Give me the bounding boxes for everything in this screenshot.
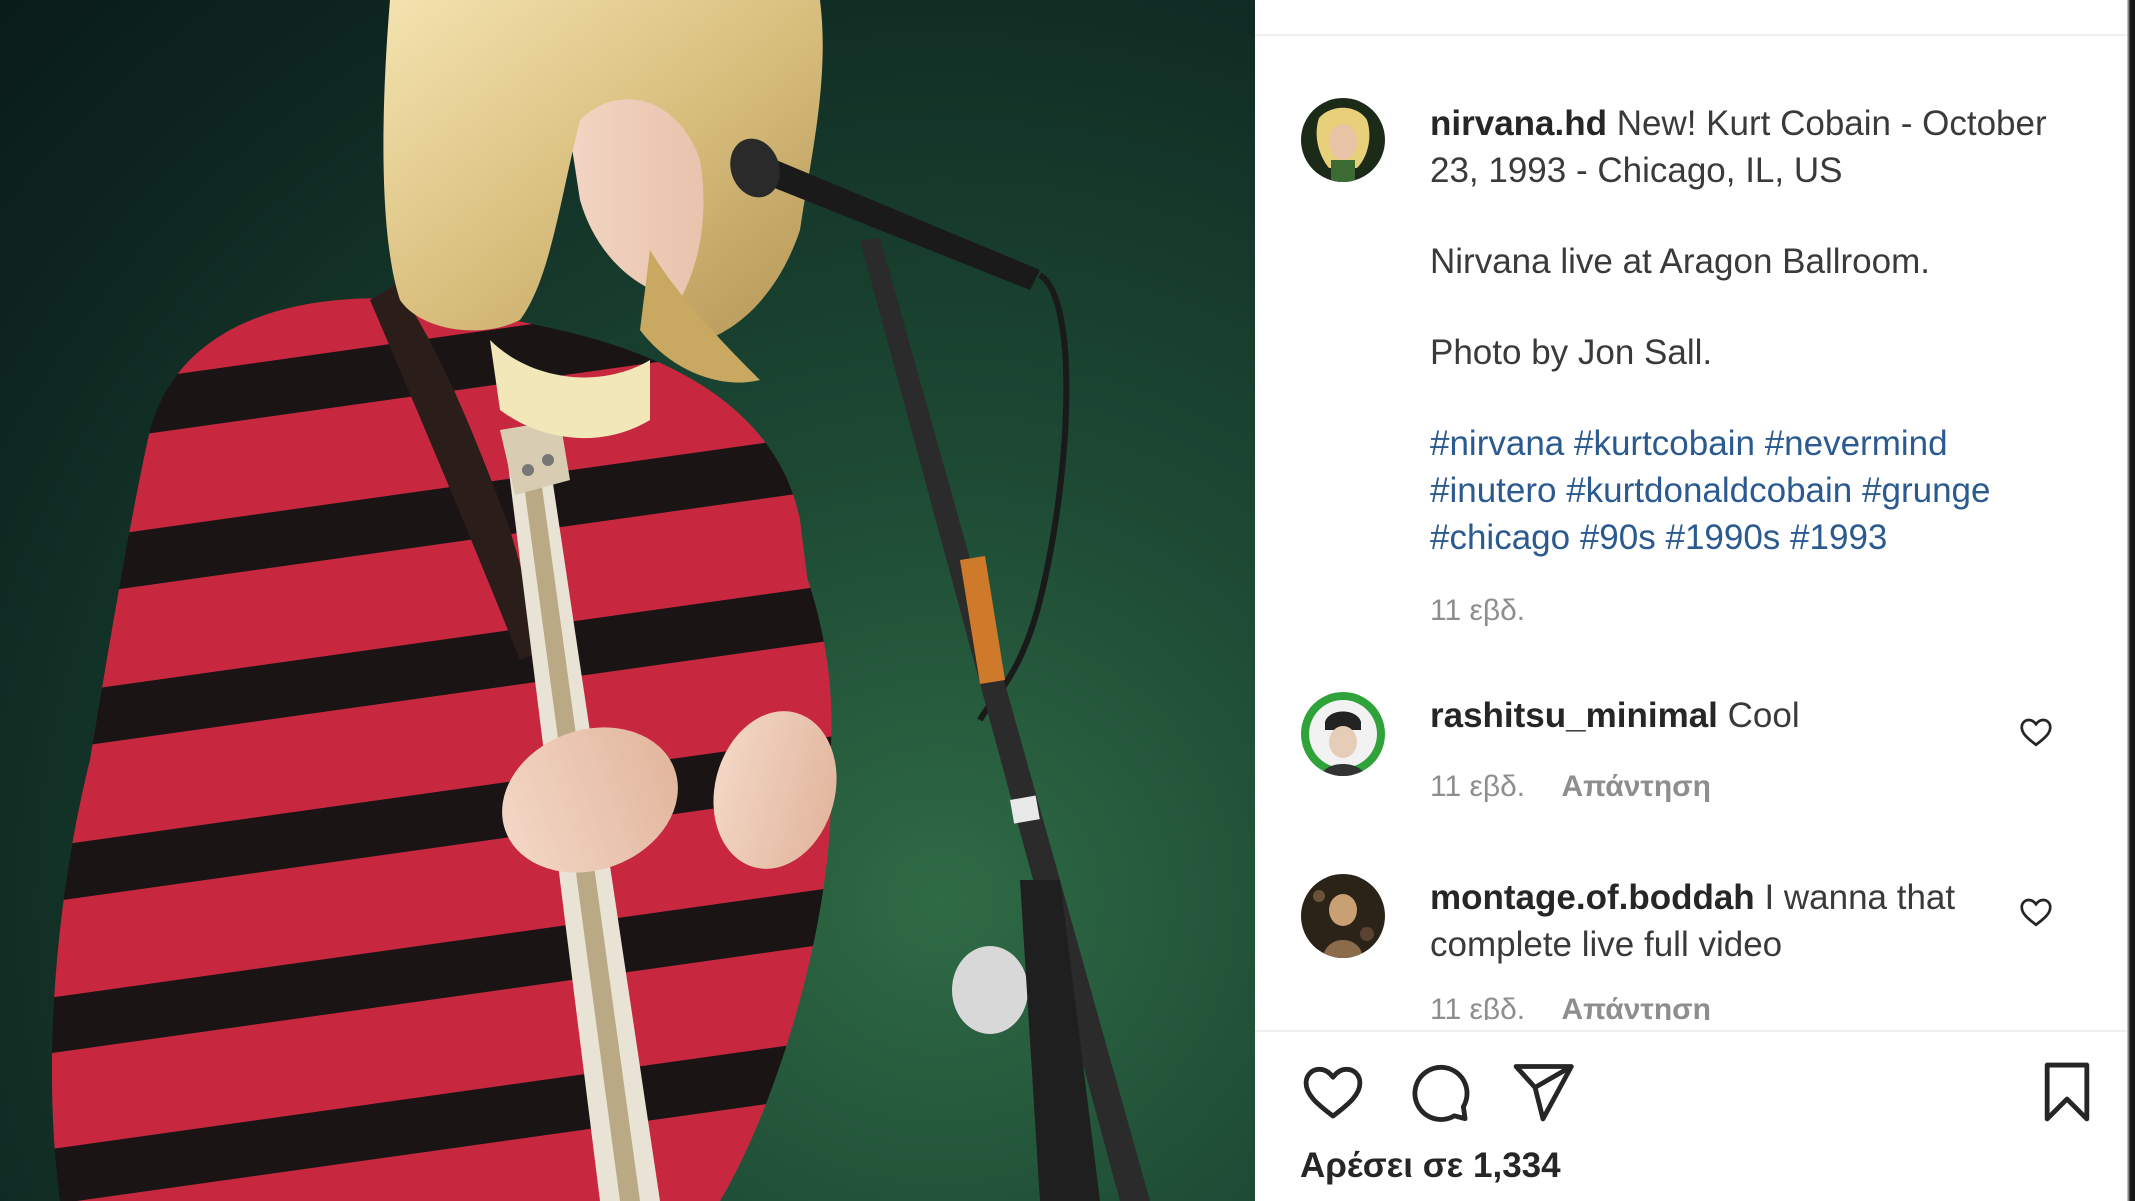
post-caption: nirvana.hd New! Kurt Cobain - October 23… bbox=[1430, 100, 2070, 631]
commenter-username[interactable]: rashitsu_minimal bbox=[1430, 696, 1718, 735]
paper-plane-icon[interactable] bbox=[1509, 1058, 1577, 1126]
comment-text: Cool bbox=[1727, 696, 1800, 735]
comments-scroll-mask bbox=[1255, 1020, 2127, 1046]
likes-count[interactable]: Αρέσει σε 1,334 bbox=[1300, 1146, 1561, 1186]
hashtag-link[interactable]: #1993 bbox=[1790, 518, 1887, 557]
bookmark-outline-icon[interactable] bbox=[2033, 1058, 2101, 1126]
actions-divider bbox=[1255, 1030, 2127, 1032]
hashtag-link[interactable]: #nevermind bbox=[1765, 424, 1948, 463]
comment-item: montage.of.boddah I wanna that complete … bbox=[1430, 874, 2000, 1030]
caption-credit: Photo by Jon Sall. bbox=[1430, 333, 1713, 372]
hashtag-link[interactable]: #kurtdonaldcobain bbox=[1566, 471, 1852, 510]
commenter-avatar[interactable] bbox=[1301, 692, 1385, 776]
concert-photo-illustration bbox=[51, 0, 1150, 1201]
comment-meta: 11 εβδ. Απάντηση bbox=[1430, 767, 2000, 807]
hashtag-link[interactable]: #grunge bbox=[1862, 471, 1990, 510]
hashtag-link[interactable]: #1990s bbox=[1665, 518, 1780, 557]
heart-outline-icon[interactable] bbox=[1299, 1058, 1367, 1126]
hashtag-link[interactable]: #nirvana bbox=[1430, 424, 1564, 463]
hashtag-link[interactable]: #kurtcobain bbox=[1574, 424, 1755, 463]
commenter-avatar-image bbox=[1301, 874, 1385, 958]
comment-like-heart-icon[interactable] bbox=[2018, 894, 2054, 930]
commenter-avatar[interactable] bbox=[1301, 874, 1385, 958]
commenter-avatar-image bbox=[1301, 692, 1385, 776]
hashtag-list: #nirvana #kurtcobain #nevermind #inutero… bbox=[1430, 420, 2070, 561]
instagram-post-viewer: nirvana.hd New! Kurt Cobain - October 23… bbox=[0, 0, 2135, 1201]
author-avatar-image bbox=[1301, 98, 1385, 182]
reply-button[interactable]: Απάντηση bbox=[1562, 770, 1712, 803]
hashtag-link[interactable]: #chicago bbox=[1430, 518, 1570, 557]
author-username[interactable]: nirvana.hd bbox=[1430, 104, 1607, 143]
hashtag-link[interactable]: #inutero bbox=[1430, 471, 1556, 510]
post-timestamp[interactable]: 11 εβδ. bbox=[1430, 591, 2070, 631]
author-avatar[interactable] bbox=[1301, 98, 1385, 182]
window-edge bbox=[2127, 0, 2135, 1201]
hashtag-link[interactable]: #90s bbox=[1580, 518, 1656, 557]
comment-item: rashitsu_minimal Cool 11 εβδ. Απάντηση bbox=[1430, 692, 2000, 807]
caption-venue: Nirvana live at Aragon Ballroom. bbox=[1430, 242, 1930, 281]
post-side-panel: nirvana.hd New! Kurt Cobain - October 23… bbox=[1255, 0, 2127, 1201]
comment-timestamp[interactable]: 11 εβδ. bbox=[1430, 770, 1525, 803]
speech-bubble-icon[interactable] bbox=[1405, 1058, 1473, 1126]
comment-like-heart-icon[interactable] bbox=[2018, 714, 2054, 750]
post-photo[interactable] bbox=[0, 0, 1255, 1201]
commenter-username[interactable]: montage.of.boddah bbox=[1430, 878, 1755, 917]
header-divider bbox=[1255, 34, 2127, 36]
